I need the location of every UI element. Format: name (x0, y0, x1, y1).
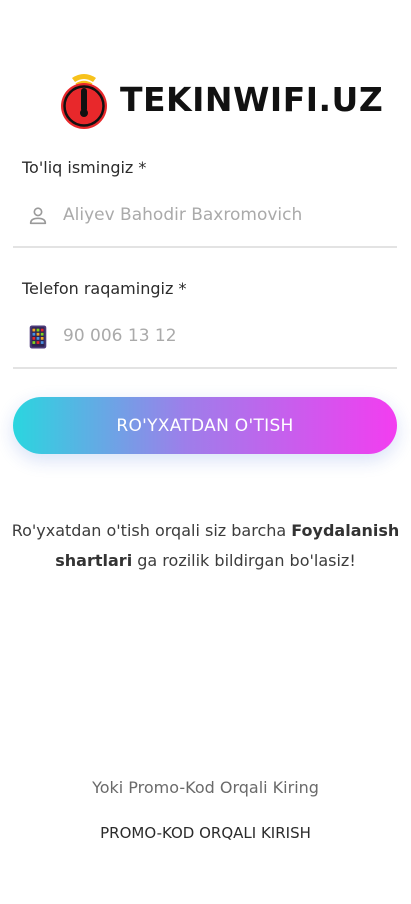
logo-text: TEKINWIFI.UZ (120, 79, 384, 119)
full-name-label: To'liq ismingiz * (22, 158, 147, 177)
full-name-field[interactable] (13, 190, 397, 248)
wifi-pin-icon (61, 74, 107, 129)
phone-label: Telefon raqamingiz * (22, 279, 187, 298)
terms-notice: Ro'yxatdan o'tish orqali siz barcha Foyd… (10, 516, 401, 576)
full-name-input[interactable] (63, 199, 383, 231)
phone-keypad-icon (29, 325, 47, 349)
promo-hint: Yoki Promo-Kod Orqali Kiring (92, 778, 319, 797)
terms-suffix: ga rozilik bildirgan bo'lasiz! (132, 551, 356, 570)
app-logo: TEKINWIFI.UZ (58, 68, 383, 130)
phone-input[interactable] (63, 320, 383, 352)
terms-prefix: Ro'yxatdan o'tish orqali siz barcha (11, 521, 292, 540)
register-button[interactable]: RO'YXATDAN O'TISH (13, 397, 397, 454)
phone-field[interactable] (13, 311, 397, 369)
person-icon (29, 207, 47, 225)
promo-code-login-button[interactable]: PROMO-KOD ORQALI KIRISH (55, 818, 356, 848)
